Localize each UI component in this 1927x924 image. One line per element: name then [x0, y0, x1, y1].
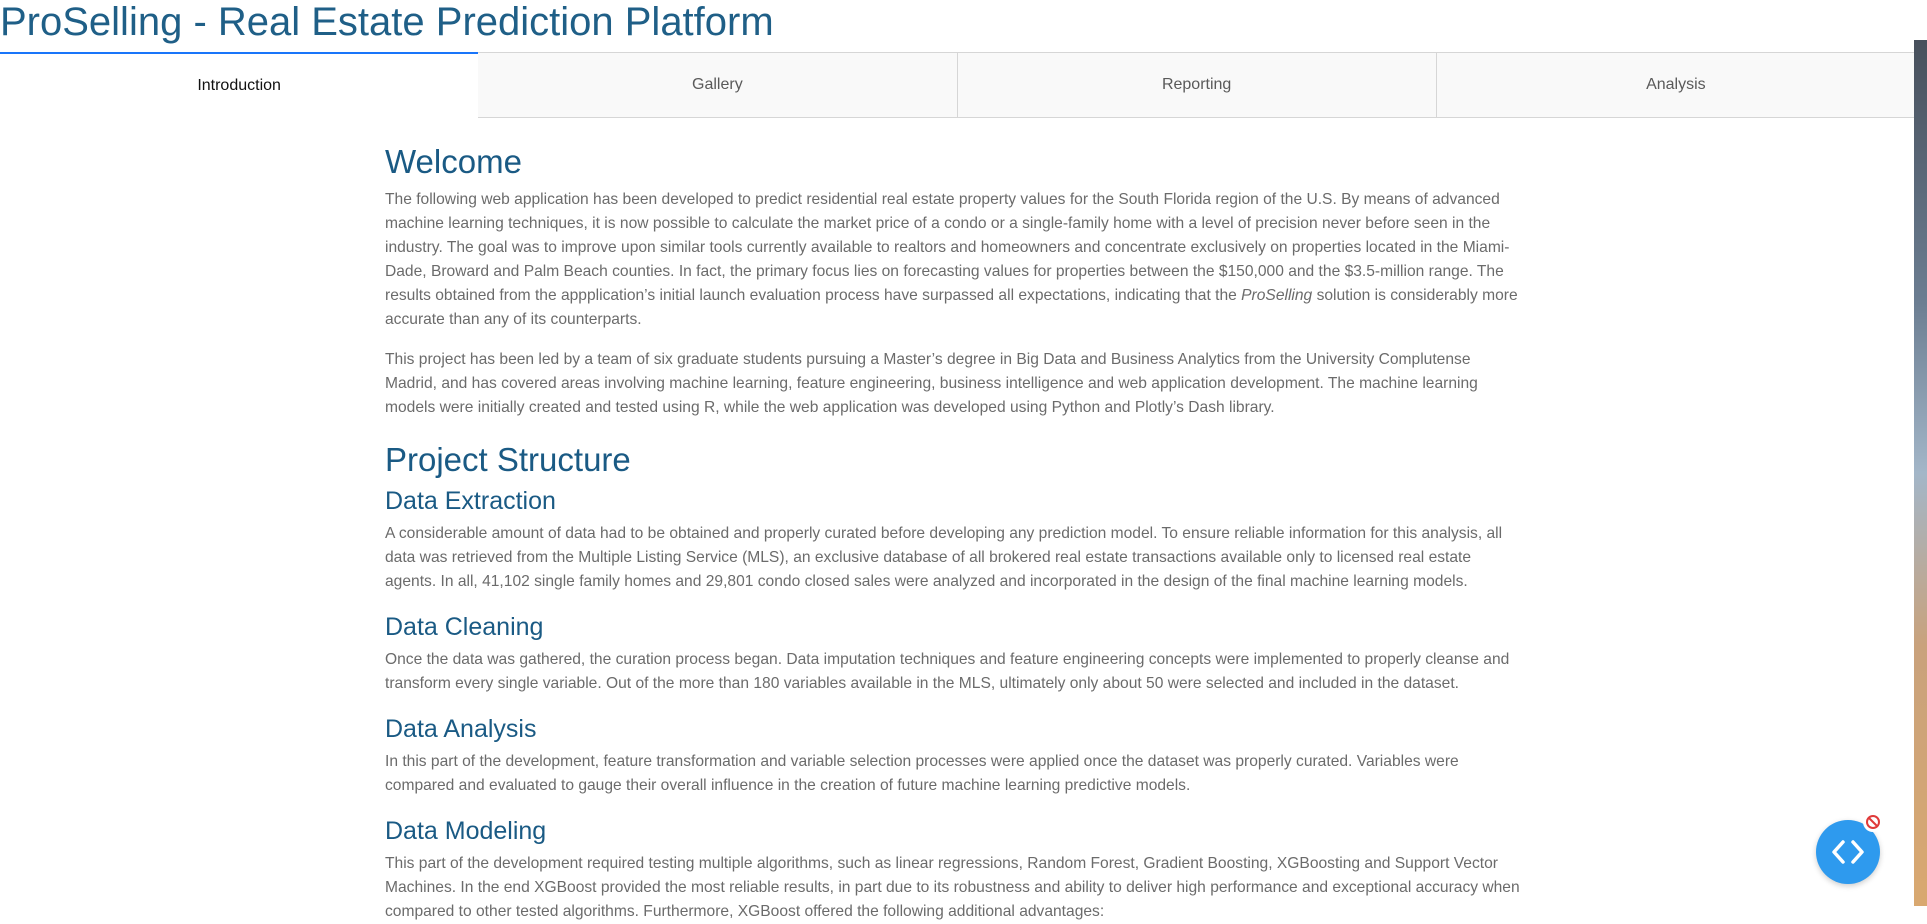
blocked-badge[interactable] — [1863, 812, 1883, 832]
product-name: ProSelling — [1241, 287, 1313, 304]
tab-introduction[interactable]: Introduction — [0, 52, 479, 118]
data-extraction-text: A considerable amount of data had to be … — [385, 525, 1503, 590]
project-structure-heading: Project Structure — [385, 441, 631, 478]
data-analysis-text: In this part of the development, feature… — [385, 753, 1459, 794]
blocked-icon — [1866, 815, 1880, 829]
tab-reporting[interactable]: Reporting — [957, 52, 1437, 118]
data-analysis-heading: Data Analysis — [385, 715, 537, 743]
code-brackets-icon — [1832, 840, 1864, 864]
tab-bar: Introduction Gallery Reporting Analysis — [0, 52, 1916, 118]
data-cleaning-text: Once the data was gathered, the curation… — [385, 651, 1510, 692]
main-content: Welcome The following web application ha… — [385, 140, 1523, 924]
tab-gallery[interactable]: Gallery — [478, 52, 958, 118]
data-modeling-heading: Data Modeling — [385, 817, 547, 845]
welcome-heading: Welcome — [385, 143, 522, 180]
data-extraction-heading: Data Extraction — [385, 487, 556, 515]
data-modeling-text: This part of the development required te… — [385, 855, 1520, 920]
background-image-strip — [1914, 40, 1927, 906]
app-title: ProSelling - Real Estate Prediction Plat… — [0, 0, 774, 44]
welcome-paragraph-1: The following web application has been d… — [385, 188, 1523, 332]
welcome-paragraph-2: This project has been led by a team of s… — [385, 351, 1478, 416]
tab-analysis[interactable]: Analysis — [1436, 52, 1916, 118]
data-cleaning-heading: Data Cleaning — [385, 613, 544, 641]
